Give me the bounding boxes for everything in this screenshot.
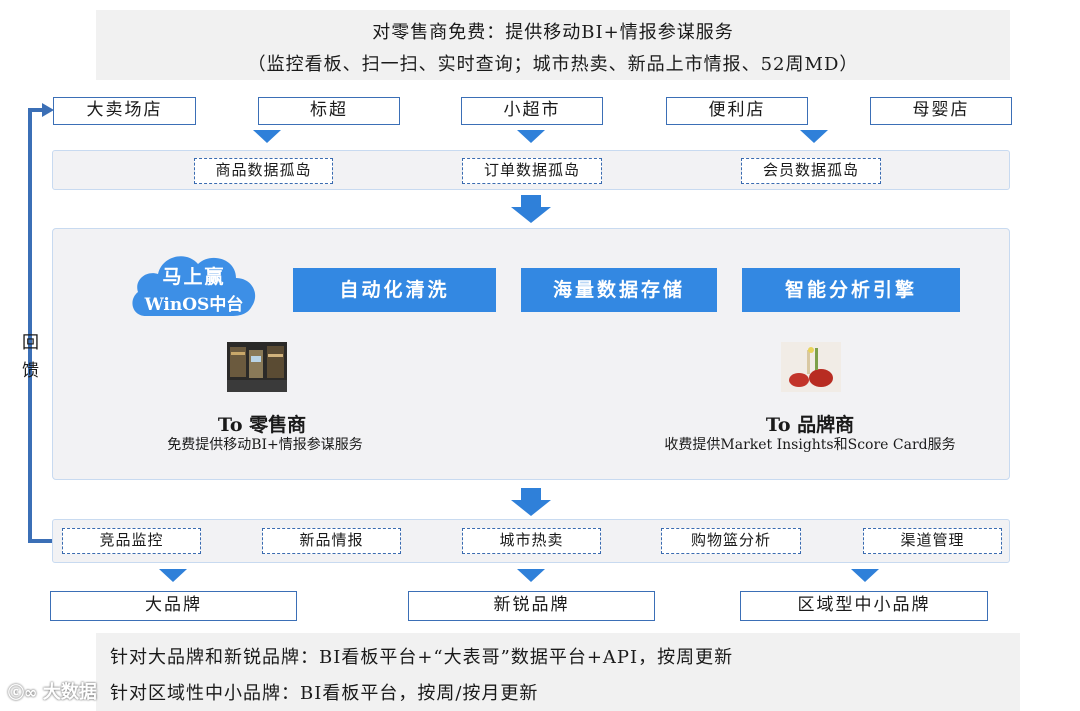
- down-arrow-icon: [800, 130, 828, 143]
- service-competitor-monitoring: 竞品监控: [62, 528, 201, 554]
- service-city-hot-sales: 城市热卖: [462, 528, 601, 554]
- big-down-arrow-icon: [511, 488, 551, 516]
- brand-product-image: [781, 342, 841, 392]
- footer-line-1: 针对大品牌和新锐品牌：BI看板平台+“大表哥”数据平台+API，按周更新: [110, 647, 734, 668]
- store-convenience: 便利店: [666, 97, 808, 125]
- silo-product: 商品数据孤岛: [194, 158, 333, 184]
- footer-box: 针对大品牌和新锐品牌：BI看板平台+“大表哥”数据平台+API，按周更新 针对区…: [96, 633, 1020, 711]
- down-arrow-icon: [517, 130, 545, 143]
- down-arrow-icon: [851, 569, 879, 582]
- function-auto-cleaning: 自动化清洗: [293, 268, 496, 312]
- function-analysis-engine: 智能分析引擎: [742, 268, 960, 312]
- watermark-logo-icon: ⓒ∞: [8, 683, 43, 702]
- to-brand-desc: 收费提供Market Insights和Score Card服务: [664, 437, 956, 453]
- silo-member: 会员数据孤岛: [741, 158, 881, 184]
- to-retailer-title: To 零售商: [217, 414, 307, 436]
- cloud-title-line-1: 马上赢: [162, 266, 226, 288]
- store-maternal-baby: 母婴店: [870, 97, 1012, 125]
- feedback-label-char-2: 馈: [22, 361, 39, 381]
- store-standard-supermarket: 标超: [258, 97, 400, 125]
- store-hypermarket: 大卖场店: [53, 97, 196, 125]
- down-arrow-icon: [253, 130, 281, 143]
- cloud-title-line-2: WinOS中台: [144, 295, 244, 315]
- brand-large: 大品牌: [50, 591, 297, 621]
- service-channel-management: 渠道管理: [863, 528, 1002, 554]
- function-mass-storage: 海量数据存储: [521, 268, 717, 312]
- retail-store-image: [227, 342, 287, 392]
- down-arrow-icon: [159, 569, 187, 582]
- footer-line-2: 针对区域性中小品牌：BI看板平台，按周/按月更新: [110, 683, 539, 704]
- to-retailer-desc: 免费提供移动BI+情报参谋服务: [167, 437, 363, 453]
- silo-order: 订单数据孤岛: [462, 158, 602, 184]
- to-brand-title: To 品牌商: [765, 414, 855, 436]
- brand-regional-sme: 区域型中小品牌: [740, 591, 988, 621]
- feedback-label-char-1: 回: [22, 333, 39, 353]
- store-small-supermarket: 小超市: [461, 97, 603, 125]
- watermark-text: 大数据: [42, 682, 97, 703]
- service-new-product-intel: 新品情报: [262, 528, 401, 554]
- service-basket-analysis: 购物篮分析: [661, 528, 801, 554]
- watermark: ⓒ∞ 大数据: [8, 678, 97, 704]
- down-arrow-icon: [517, 569, 545, 582]
- brand-emerging: 新锐品牌: [408, 591, 655, 621]
- big-down-arrow-icon: [511, 195, 551, 223]
